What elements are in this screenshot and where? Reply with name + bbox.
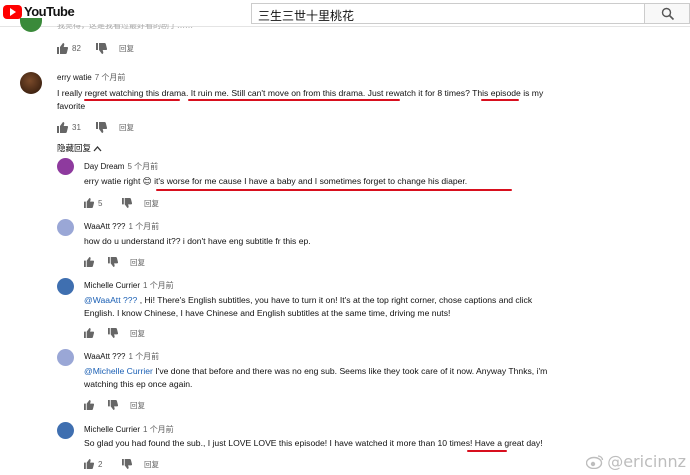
- top-bar: YouTube 三生三世十里桃花: [0, 0, 690, 27]
- avatar: [57, 278, 74, 295]
- thumbs-down-icon[interactable]: [122, 459, 132, 469]
- comment-time[interactable]: 1 个月前: [143, 281, 174, 290]
- like-count: 82: [72, 43, 81, 53]
- reply-button[interactable]: 回复: [130, 400, 145, 411]
- avatar: [20, 72, 42, 94]
- youtube-play-icon: [3, 4, 22, 19]
- comment-text-line1: how do u understand it?? i don't have en…: [84, 236, 311, 246]
- thumbs-up-icon[interactable]: [84, 198, 94, 208]
- avatar: [57, 349, 74, 366]
- weibo-icon: [586, 455, 604, 469]
- search-icon: [661, 7, 675, 21]
- comment-actions: 2 回复: [84, 458, 159, 470]
- search-button[interactable]: [644, 3, 690, 24]
- comment-time[interactable]: 1 个月前: [143, 425, 174, 434]
- comment-time[interactable]: 1 个月前: [129, 352, 160, 361]
- comment-text-line2: watching this ep once again.: [84, 379, 193, 389]
- comment-text-line1: So glad you had found the sub., I just L…: [84, 438, 543, 448]
- highlight-underline: [188, 99, 400, 101]
- comment-text-line2: English. I know Chinese, I have Chinese …: [84, 308, 451, 318]
- thumbs-up-icon[interactable]: [57, 42, 68, 54]
- thumbs-up-icon[interactable]: [84, 257, 94, 267]
- comment-text-line2: favorite: [57, 101, 86, 111]
- comment-actions: 82 回复: [57, 42, 134, 54]
- comment-author: WaaAtt ??? 1 个月前: [84, 351, 159, 362]
- avatar: [57, 219, 74, 236]
- highlight-underline: [481, 99, 519, 101]
- hide-replies-toggle[interactable]: 隐藏回复: [57, 142, 102, 154]
- author-name[interactable]: erry watie: [57, 73, 92, 82]
- thumbs-down-icon[interactable]: [108, 328, 118, 338]
- author-name[interactable]: Day Dream: [84, 162, 124, 171]
- thumbs-down-icon[interactable]: [96, 121, 107, 133]
- mention-link[interactable]: @WaaAtt ???: [84, 295, 137, 305]
- avatar: [57, 422, 74, 439]
- comment-text-line1: @Michelle Currier I've done that before …: [84, 365, 547, 378]
- avatar: [20, 18, 42, 32]
- comment-text-line1: @WaaAtt ??? , Hi! There's English subtit…: [84, 294, 532, 307]
- reply-button[interactable]: 回复: [144, 198, 159, 209]
- comment-actions: 回复: [84, 399, 145, 411]
- comment-author: Michelle Currier 1 个月前: [84, 424, 174, 435]
- search-input[interactable]: 三生三世十里桃花: [251, 3, 644, 24]
- comment-text: , Hi! There's English subtitles, you hav…: [137, 295, 533, 305]
- comment-text-line1: erry watie right 😊 it's worse for me cau…: [84, 176, 468, 186]
- reply-button[interactable]: 回复: [119, 122, 134, 133]
- like-count: 2: [98, 459, 103, 469]
- reply-button[interactable]: 回复: [130, 257, 145, 268]
- thumbs-up-icon[interactable]: [57, 121, 68, 133]
- comment-author: WaaAtt ??? 1 个月前: [84, 221, 159, 232]
- highlight-underline: [467, 450, 507, 452]
- highlight-underline: [84, 99, 180, 101]
- comment-time[interactable]: 7 个月前: [95, 73, 126, 82]
- highlight-underline: [156, 189, 512, 191]
- thumbs-down-icon[interactable]: [122, 198, 132, 208]
- thumbs-up-icon[interactable]: [84, 400, 94, 410]
- avatar: [57, 158, 74, 175]
- like-count: 5: [98, 198, 103, 208]
- comment-author: Day Dream 5 个月前: [84, 161, 158, 172]
- chevron-up-icon: [93, 145, 102, 151]
- author-name[interactable]: WaaAtt ???: [84, 352, 126, 361]
- weibo-watermark: @ericinnz: [586, 452, 686, 471]
- comment-author: Michelle Currier 1 个月前: [84, 280, 174, 291]
- comment-time[interactable]: 1 个月前: [129, 222, 160, 231]
- author-name[interactable]: WaaAtt ???: [84, 222, 126, 231]
- logo-text: YouTube: [24, 4, 75, 19]
- thumbs-up-icon[interactable]: [84, 459, 94, 469]
- comment-author: erry watie 7 个月前: [57, 72, 125, 83]
- reply-button[interactable]: 回复: [130, 328, 145, 339]
- comment-time[interactable]: 5 个月前: [127, 162, 158, 171]
- like-count: 31: [72, 122, 81, 132]
- comment-actions: 31 回复: [57, 121, 134, 133]
- thumbs-down-icon[interactable]: [96, 42, 107, 54]
- author-name[interactable]: Michelle Currier: [84, 281, 140, 290]
- comment-actions: 回复: [84, 327, 145, 339]
- thumbs-up-icon[interactable]: [84, 328, 94, 338]
- youtube-logo[interactable]: YouTube: [3, 4, 75, 19]
- watermark-text: @ericinnz: [607, 452, 686, 471]
- mention-link[interactable]: @Michelle Currier: [84, 366, 153, 376]
- hide-replies-label: 隐藏回复: [57, 144, 92, 154]
- thumbs-down-icon[interactable]: [108, 257, 118, 267]
- reply-button[interactable]: 回复: [144, 459, 159, 470]
- comment-text: I've done that before and there was no e…: [152, 366, 548, 376]
- thumbs-down-icon[interactable]: [108, 400, 118, 410]
- author-name[interactable]: Michelle Currier: [84, 425, 140, 434]
- comment-actions: 5 回复: [84, 197, 159, 209]
- comment-actions: 回复: [84, 256, 145, 268]
- reply-button[interactable]: 回复: [119, 43, 134, 54]
